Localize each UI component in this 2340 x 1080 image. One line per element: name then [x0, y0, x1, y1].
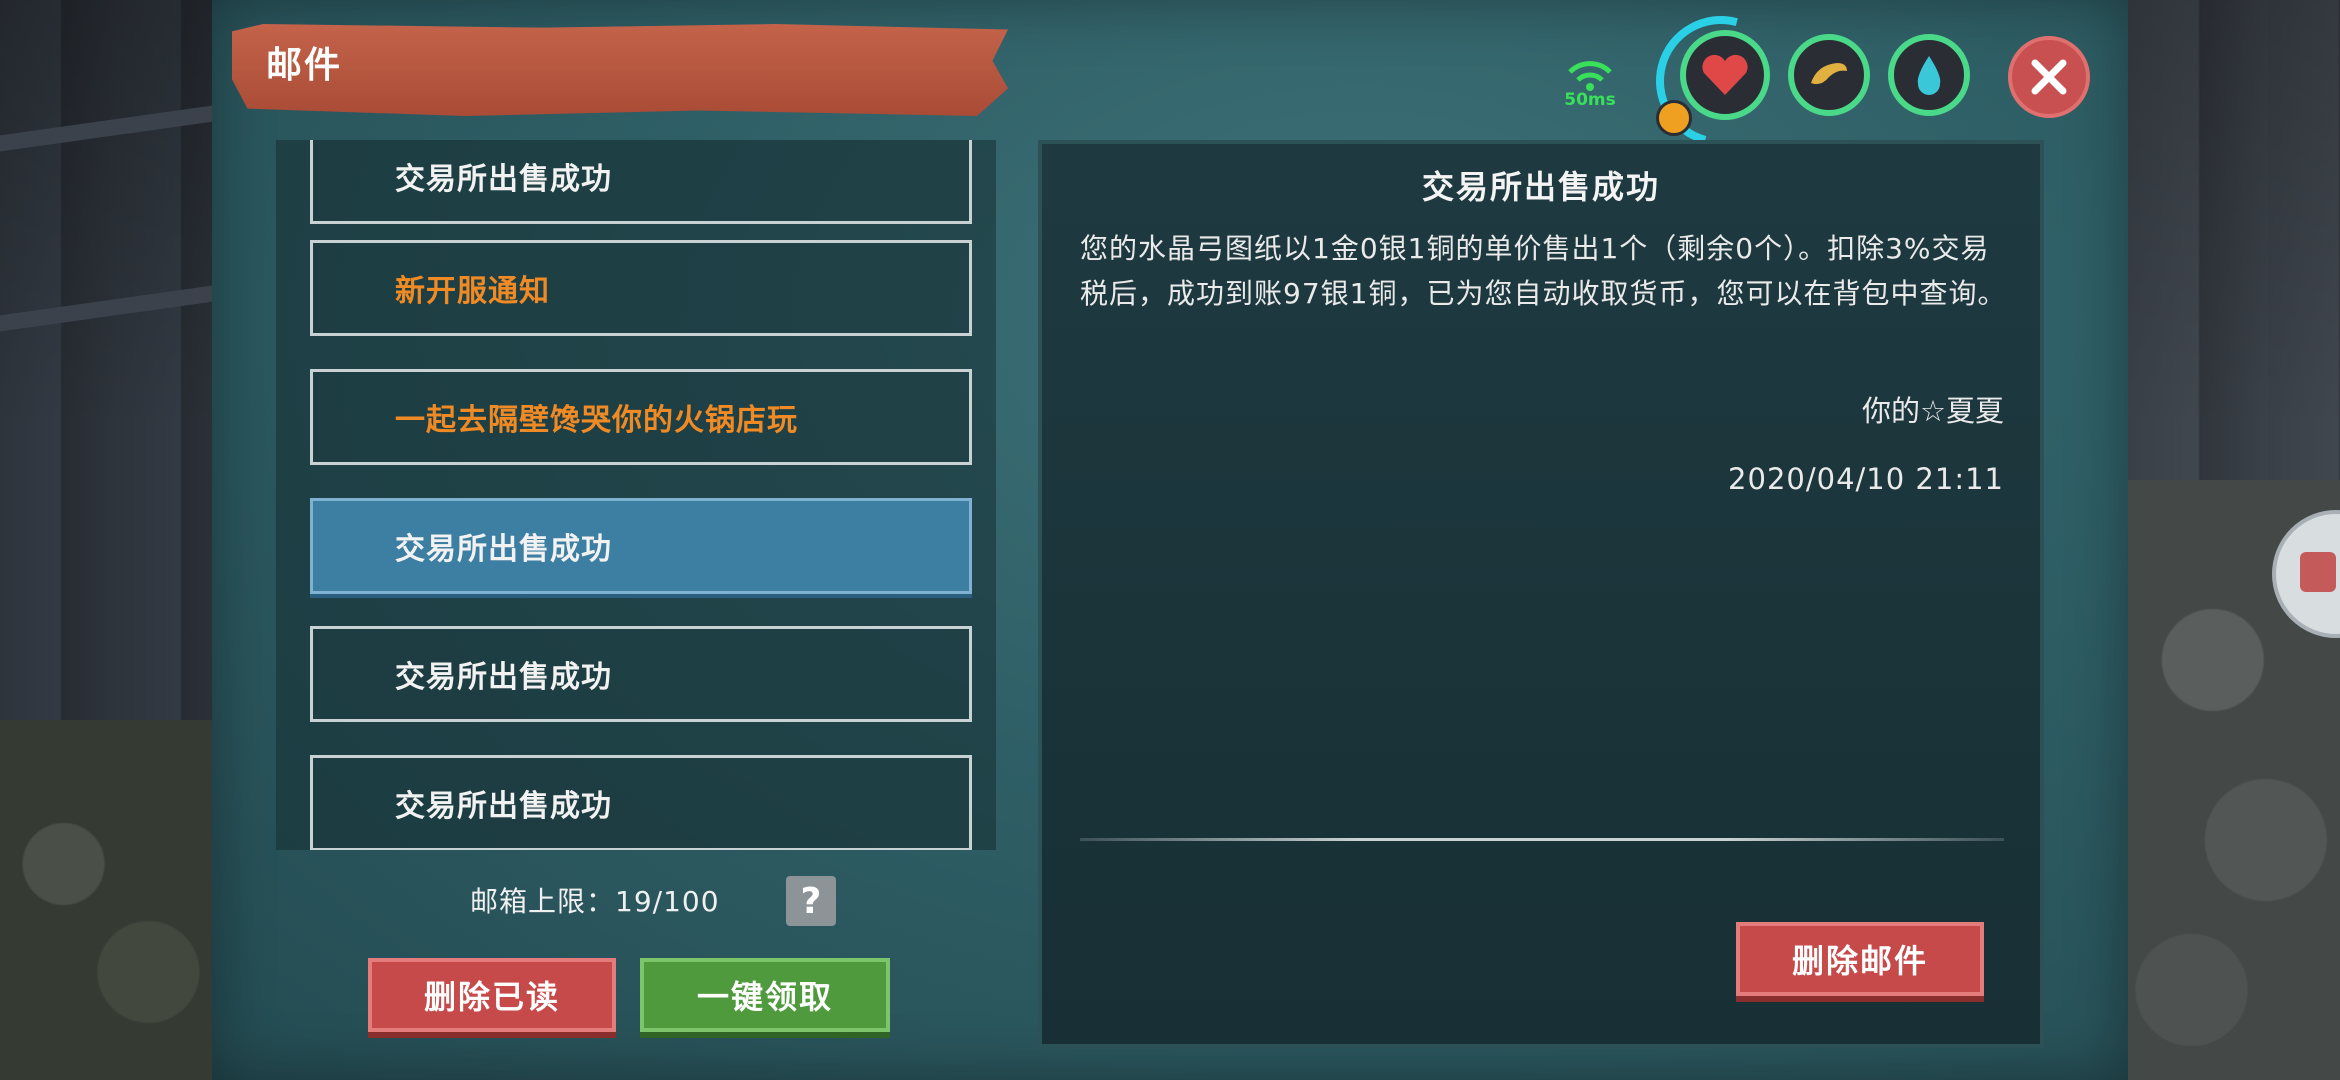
delete-mail-button[interactable]: 删除邮件 — [1736, 922, 1984, 996]
background-floor — [0, 720, 212, 1080]
mail-item-label: 交易所出售成功 — [395, 532, 612, 567]
hunger-stat — [1788, 34, 1870, 116]
help-button[interactable]: ? — [786, 876, 836, 926]
mail-item[interactable]: 一起去隔壁馋哭你的火锅店玩 — [310, 369, 972, 465]
mail-detail-body: 您的水晶弓图纸以1金0银1铜的单价售出1个（剩余0个）。扣除3%交易税后，成功到… — [1080, 232, 2007, 310]
delete-read-button[interactable]: 删除已读 — [368, 958, 616, 1032]
window-title: 邮件 — [266, 45, 343, 86]
water-drop-icon — [1917, 56, 1941, 95]
background-plank — [0, 281, 240, 335]
shield-icon — [1656, 100, 1692, 136]
close-icon — [2031, 59, 2067, 95]
ping-indicator: 50ms — [1560, 56, 1620, 110]
detail-divider — [1080, 838, 2004, 841]
thirst-stat — [1888, 34, 1970, 116]
mailbox-capacity: 邮箱上限：19/100 — [470, 885, 720, 918]
health-stat — [1680, 30, 1770, 120]
claim-all-button[interactable]: 一键领取 — [640, 958, 890, 1032]
close-button[interactable] — [2008, 36, 2090, 118]
background-right — [2128, 0, 2340, 1080]
mail-detail-date: 2020/04/10 21:11 — [1728, 462, 2004, 496]
wifi-signal-icon — [1568, 61, 1612, 91]
mail-item[interactable]: 新开服通知 — [310, 240, 972, 336]
food-icon — [1811, 63, 1847, 85]
mail-item-selected[interactable]: 交易所出售成功 — [310, 498, 972, 594]
mail-item-label: 交易所出售成功 — [395, 660, 612, 695]
heart-icon — [1702, 54, 1748, 95]
mail-item[interactable]: 交易所出售成功 — [310, 755, 972, 850]
mail-detail-sender: 你的☆夏夏 — [1862, 394, 2004, 428]
mail-item-label: 一起去隔壁馋哭你的火锅店玩 — [395, 403, 798, 438]
mail-item-label: 交易所出售成功 — [395, 789, 612, 824]
mail-item-label: 新开服通知 — [395, 274, 550, 309]
mail-detail-title: 交易所出售成功 — [1421, 168, 1660, 206]
background-plank — [0, 101, 240, 155]
ping-text: 50ms — [1564, 90, 1616, 110]
title-banner — [232, 24, 1008, 116]
mail-item-label: 交易所出售成功 — [395, 162, 612, 197]
background-left — [0, 0, 240, 1080]
mail-list[interactable]: 交易所出售成功 新开服通知 一起去隔壁馋哭你的火锅店玩 交易所出售成功 交易所出… — [276, 140, 996, 850]
mail-item[interactable]: 交易所出售成功 — [310, 626, 972, 722]
mail-item[interactable]: 交易所出售成功 — [310, 140, 972, 224]
